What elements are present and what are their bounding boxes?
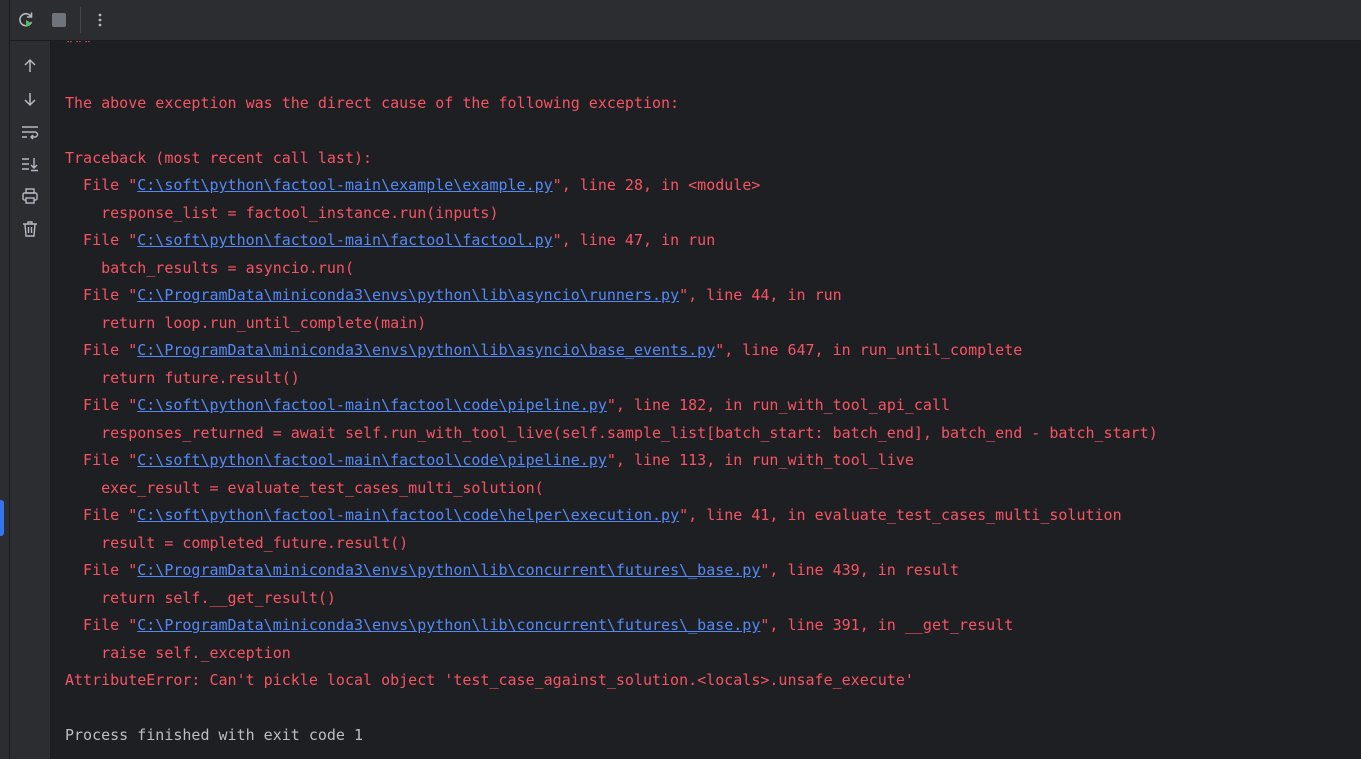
console-side-toolbar bbox=[10, 41, 51, 759]
console-line: response_list = factool_instance.run(inp… bbox=[65, 204, 499, 222]
source-file-link[interactable]: C:\ProgramData\miniconda3\envs\python\li… bbox=[137, 616, 760, 634]
source-file-link[interactable]: C:\ProgramData\miniconda3\envs\python\li… bbox=[137, 341, 715, 359]
source-file-link[interactable]: C:\soft\python\factool-main\factool\fact… bbox=[137, 231, 552, 249]
run-toolbar bbox=[10, 0, 1361, 41]
stop-button[interactable] bbox=[47, 8, 71, 32]
traceback-file-line: File "C:\ProgramData\miniconda3\envs\pyt… bbox=[65, 616, 1014, 634]
scroll-down-button[interactable] bbox=[18, 87, 42, 111]
scroll-to-end-button[interactable] bbox=[18, 152, 42, 176]
rerun-icon bbox=[19, 12, 33, 27]
console-line: Traceback (most recent call last): bbox=[65, 149, 373, 167]
print-button[interactable] bbox=[18, 184, 42, 208]
traceback-file-line: File "C:\soft\python\factool-main\factoo… bbox=[65, 396, 951, 414]
arrow-down-icon bbox=[24, 93, 36, 107]
source-file-link[interactable]: C:\soft\python\factool-main\factool\code… bbox=[137, 396, 607, 414]
traceback-file-line: File "C:\ProgramData\miniconda3\envs\pyt… bbox=[65, 286, 842, 304]
soft-wrap-icon bbox=[22, 126, 39, 140]
clear-all-button[interactable] bbox=[18, 217, 42, 241]
left-edge-strip bbox=[0, 0, 10, 759]
arrow-up-icon bbox=[24, 58, 36, 72]
print-icon bbox=[22, 188, 38, 204]
more-vertical-icon bbox=[98, 13, 102, 27]
error-message-line: AttributeError: Can't pickle local objec… bbox=[65, 671, 914, 689]
console-line: return loop.run_until_complete(main) bbox=[65, 314, 427, 332]
more-options-button[interactable] bbox=[88, 8, 112, 32]
process-exit-line: Process finished with exit code 1 bbox=[65, 726, 364, 744]
console-line: The above exception was the direct cause… bbox=[65, 94, 680, 112]
toolbar-separator bbox=[80, 7, 81, 33]
trash-icon bbox=[23, 221, 37, 237]
traceback-file-line: File "C:\soft\python\factool-main\factoo… bbox=[65, 231, 716, 249]
console-line: return future.result() bbox=[65, 369, 300, 387]
console-line: responses_returned = await self.run_with… bbox=[65, 424, 1158, 442]
console-line: return self.__get_result() bbox=[65, 589, 336, 607]
source-file-link[interactable]: C:\soft\python\factool-main\example\exam… bbox=[137, 176, 552, 194]
traceback-file-line: File "C:\soft\python\factool-main\factoo… bbox=[65, 451, 914, 469]
console-line: raise self._exception bbox=[65, 644, 291, 662]
scroll-to-end-icon bbox=[22, 158, 38, 172]
stop-icon bbox=[52, 13, 66, 27]
rerun-button[interactable] bbox=[14, 8, 38, 32]
console-line: """ bbox=[65, 41, 93, 53]
console-line: exec_result = evaluate_test_cases_multi_… bbox=[65, 479, 544, 497]
source-file-link[interactable]: C:\ProgramData\miniconda3\envs\python\li… bbox=[137, 286, 679, 304]
active-tool-marker bbox=[0, 500, 4, 536]
soft-wrap-button[interactable] bbox=[18, 120, 42, 144]
source-file-link[interactable]: C:\soft\python\factool-main\factool\code… bbox=[137, 451, 607, 469]
traceback-file-line: File "C:\soft\python\factool-main\exampl… bbox=[65, 176, 761, 194]
traceback-file-line: File "C:\soft\python\factool-main\factoo… bbox=[65, 506, 1122, 524]
traceback-file-line: File "C:\ProgramData\miniconda3\envs\pyt… bbox=[65, 341, 1023, 359]
console-line: result = completed_future.result() bbox=[65, 534, 409, 552]
source-file-link[interactable]: C:\ProgramData\miniconda3\envs\python\li… bbox=[137, 561, 760, 579]
traceback-file-line: File "C:\ProgramData\miniconda3\envs\pyt… bbox=[65, 561, 960, 579]
source-file-link[interactable]: C:\soft\python\factool-main\factool\code… bbox=[137, 506, 679, 524]
console-line: batch_results = asyncio.run( bbox=[65, 259, 354, 277]
console-output[interactable]: """ The above exception was the direct c… bbox=[51, 41, 1361, 759]
scroll-up-button[interactable] bbox=[18, 54, 42, 78]
